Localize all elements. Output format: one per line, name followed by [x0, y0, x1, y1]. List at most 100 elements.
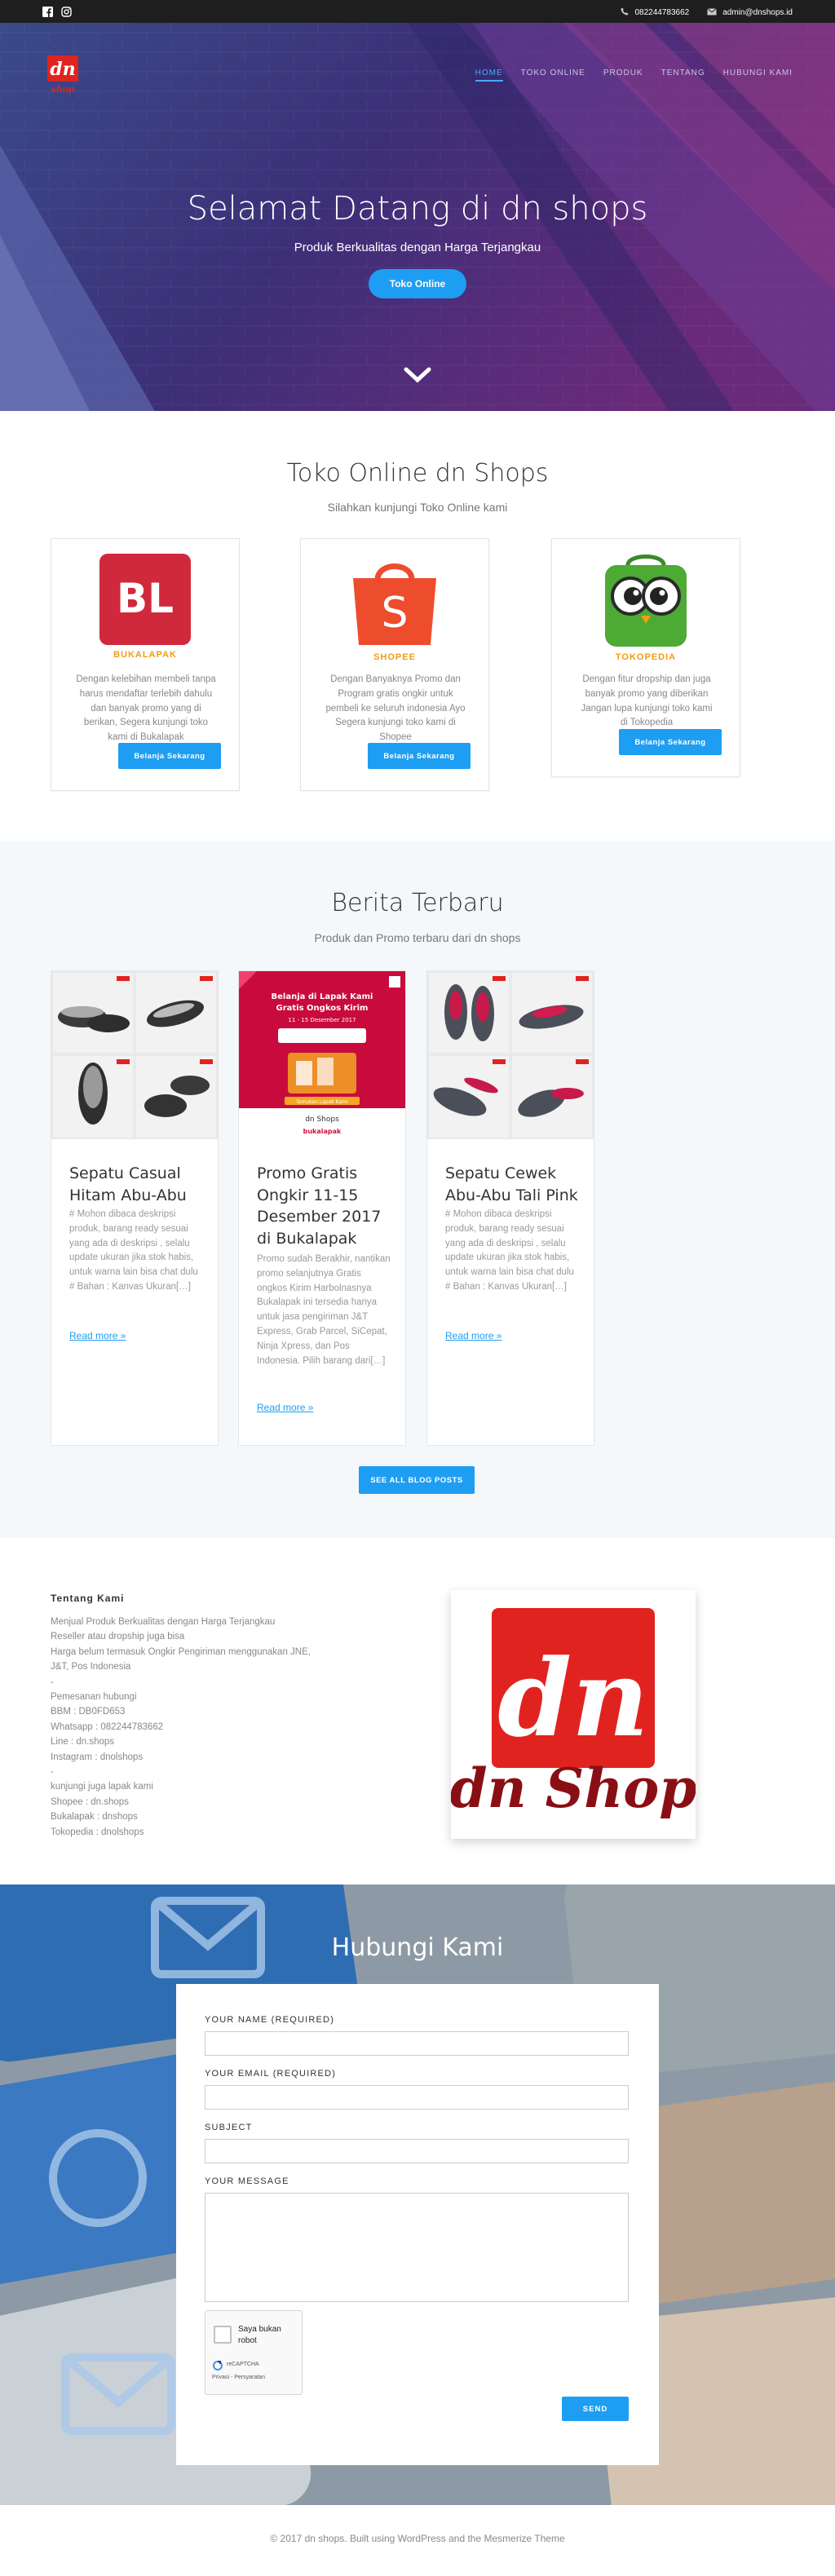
dn-shop-logo: dn dn Shop [450, 1590, 696, 1839]
recaptcha-checkbox[interactable] [214, 2326, 232, 2344]
about-line: - [51, 1767, 54, 1778]
email-item: admin@dnshops.id [707, 7, 793, 18]
send-button[interactable]: SEND [562, 2397, 629, 2421]
post-excerpt: # Mohon dibaca deskripsi produk, barang … [69, 1209, 198, 1292]
about-line: - [51, 1677, 54, 1687]
about-line: kunjungi juga lapak kami [51, 1782, 153, 1792]
read-more-link[interactable]: Read more » [445, 1330, 501, 1341]
stores-subtitle: Silahkan kunjungi Toko Online kami [327, 501, 508, 514]
see-all-posts-button[interactable]: SEE ALL BLOG POSTS [359, 1466, 475, 1494]
store-card-shopee: S SHOPEE Dengan Banyaknya Promo dan Prog… [300, 538, 489, 791]
recaptcha-links[interactable]: Privasi - Persyaratan [212, 2375, 265, 2380]
name-field[interactable] [205, 2031, 629, 2056]
footer-text: © 2017 dn shops. Built using WordPress a… [270, 2533, 565, 2544]
about-line: Reseller atau dropship juga bisa [51, 1632, 185, 1642]
recaptcha-icon [212, 2360, 223, 2375]
svg-text:S: S [381, 589, 408, 638]
envelope-icon [707, 7, 718, 18]
instagram-icon[interactable] [61, 7, 72, 17]
subject-field[interactable] [205, 2139, 629, 2163]
store-card-bukalapak: BL BUKALAPAK Dengan kelebihan membeli ta… [51, 538, 240, 791]
message-label: YOUR MESSAGE [205, 2176, 289, 2186]
store-description: Dengan kelebihan membeli tanpa harus men… [76, 674, 216, 743]
about-line: Harga belum termasuk Ongkir Pengiriman m… [51, 1646, 311, 1657]
blog-title: Berita Terbaru [331, 889, 504, 917]
email-label: YOUR EMAIL (REQUIRED) [205, 2069, 337, 2079]
svg-text:dn: dn [50, 59, 75, 80]
contact-form: YOUR NAME (REQUIRED) YOUR EMAIL (REQUIRE… [176, 1984, 659, 2465]
recaptcha-label: Saya bukan robot [238, 2325, 281, 2345]
email-address: admin@dnshops.id [722, 8, 793, 17]
about-text: Menjual Produk Berkualitas dengan Harga … [51, 1615, 344, 1840]
post-title[interactable]: Sepatu Cewek Abu-Abu Tali Pink [445, 1163, 580, 1206]
shop-now-button-tokopedia[interactable]: Belanja Sekarang [619, 729, 722, 755]
nav-home[interactable]: HOME [475, 68, 503, 82]
svg-text:dn: dn [497, 1636, 648, 1761]
about-line: BBM : DB0FD653 [51, 1707, 126, 1717]
blog-subtitle: Produk dan Promo terbaru dari dn shops [314, 931, 521, 944]
svg-text:dn Shop: dn Shop [451, 1756, 696, 1820]
svg-text:dn Shops: dn Shops [305, 1116, 339, 1124]
about-line: Line : dn.shops [51, 1737, 115, 1748]
read-more-link[interactable]: Read more » [69, 1330, 126, 1341]
chevron-down-icon[interactable] [403, 361, 432, 391]
name-label: YOUR NAME (REQUIRED) [205, 2015, 335, 2025]
subject-label: SUBJECT [205, 2123, 253, 2132]
store-name: TOKOPEDIA [615, 652, 677, 662]
email-field[interactable] [205, 2085, 629, 2110]
blog-card: Sepatu Casual Hitam Abu-Abu # Mohon diba… [51, 970, 219, 1446]
message-field[interactable] [205, 2193, 629, 2302]
nav-produk[interactable]: PRODUK [603, 68, 643, 82]
about-line: Instagram : dnolshops [51, 1752, 144, 1762]
svg-text:shop: shop [51, 84, 75, 95]
svg-text:Gratis Ongkos Kirim: Gratis Ongkos Kirim [276, 1004, 369, 1013]
shop-now-button-bukalapak[interactable]: Belanja Sekarang [118, 743, 221, 769]
blog-card: Belanja di Lapak Kami Gratis Ongkos Kiri… [238, 970, 406, 1446]
stores-title: Toko Online dn Shops [286, 459, 549, 488]
blog-card: Sepatu Cewek Abu-Abu Tali Pink # Mohon d… [426, 970, 594, 1446]
post-title[interactable]: Promo Gratis Ongkir 11-15 Desember 2017 … [257, 1163, 391, 1249]
footer: © 2017 dn shops. Built using WordPress a… [0, 2505, 835, 2576]
phone-number: 082244783662 [634, 8, 690, 17]
hero-section: dn shop HOME TOKO ONLINE PRODUK TENTANG … [0, 23, 835, 411]
nav-tentang[interactable]: TENTANG [661, 68, 705, 82]
svg-text:BL: BL [117, 575, 174, 622]
phone-icon [621, 7, 629, 18]
about-line: Tokopedia : dnolshops [51, 1827, 144, 1837]
promo-banner-thumbnail[interactable]: Belanja di Lapak Kami Gratis Ongkos Kiri… [239, 971, 405, 1139]
store-name: SHOPEE [373, 652, 416, 662]
tokopedia-owl-icon [552, 554, 740, 654]
hero-cta-button[interactable]: Toko Online [369, 269, 466, 298]
store-card-tokopedia: TOKOPEDIA Dengan fitur dropship dan juga… [551, 538, 740, 777]
post-thumbnail[interactable] [51, 971, 218, 1139]
nav-hubungi-kami[interactable]: HUBUNGI KAMI [723, 68, 793, 82]
recaptcha-brand: reCAPTCHA [227, 2362, 259, 2367]
nav-toko-online[interactable]: TOKO ONLINE [521, 68, 585, 82]
store-name: BUKALAPAK [113, 650, 177, 660]
about-line: Bukalapak : dnshops [51, 1812, 138, 1823]
top-bar: 082244783662 admin@dnshops.id [0, 0, 835, 23]
recaptcha-widget: Saya bukan robot reCAPTCHA Privasi - Per… [205, 2310, 303, 2395]
post-title[interactable]: Sepatu Casual Hitam Abu-Abu [69, 1163, 204, 1206]
shop-now-button-shopee[interactable]: Belanja Sekarang [368, 743, 471, 769]
hero-title: Selamat Datang di dn shops [187, 190, 648, 228]
post-excerpt: Promo sudah Berakhir, nantikan promo sel… [257, 1254, 391, 1366]
store-description: Dengan fitur dropship dan juga banyak pr… [581, 674, 713, 728]
hero-subtitle: Produk Berkualitas dengan Harga Terjangk… [294, 241, 541, 254]
shopee-bag-icon: S [301, 552, 488, 652]
facebook-icon[interactable] [42, 7, 53, 17]
about-line: Shopee : dn.shops [51, 1796, 129, 1807]
phone-item: 082244783662 [621, 7, 689, 18]
post-thumbnail[interactable] [427, 971, 594, 1139]
topbar-contact: 082244783662 admin@dnshops.id [621, 7, 793, 18]
bukalapak-logo-icon: BL [51, 554, 239, 649]
about-line: Whatsapp : 082244783662 [51, 1721, 164, 1732]
contact-title: Hubungi Kami [331, 1933, 504, 1962]
read-more-link[interactable]: Read more » [257, 1402, 313, 1413]
about-title: Tentang Kami [51, 1593, 125, 1604]
site-logo[interactable]: dn shop [44, 55, 82, 95]
post-excerpt: # Mohon dibaca deskripsi produk, barang … [445, 1209, 574, 1292]
contact-section: Hubungi Kami YOUR NAME (REQUIRED) YOUR E… [0, 1885, 835, 2505]
main-nav: HOME TOKO ONLINE PRODUK TENTANG HUBUNGI … [475, 68, 793, 82]
svg-text:Temukan Lapak Kami: Temukan Lapak Kami [295, 1099, 348, 1105]
